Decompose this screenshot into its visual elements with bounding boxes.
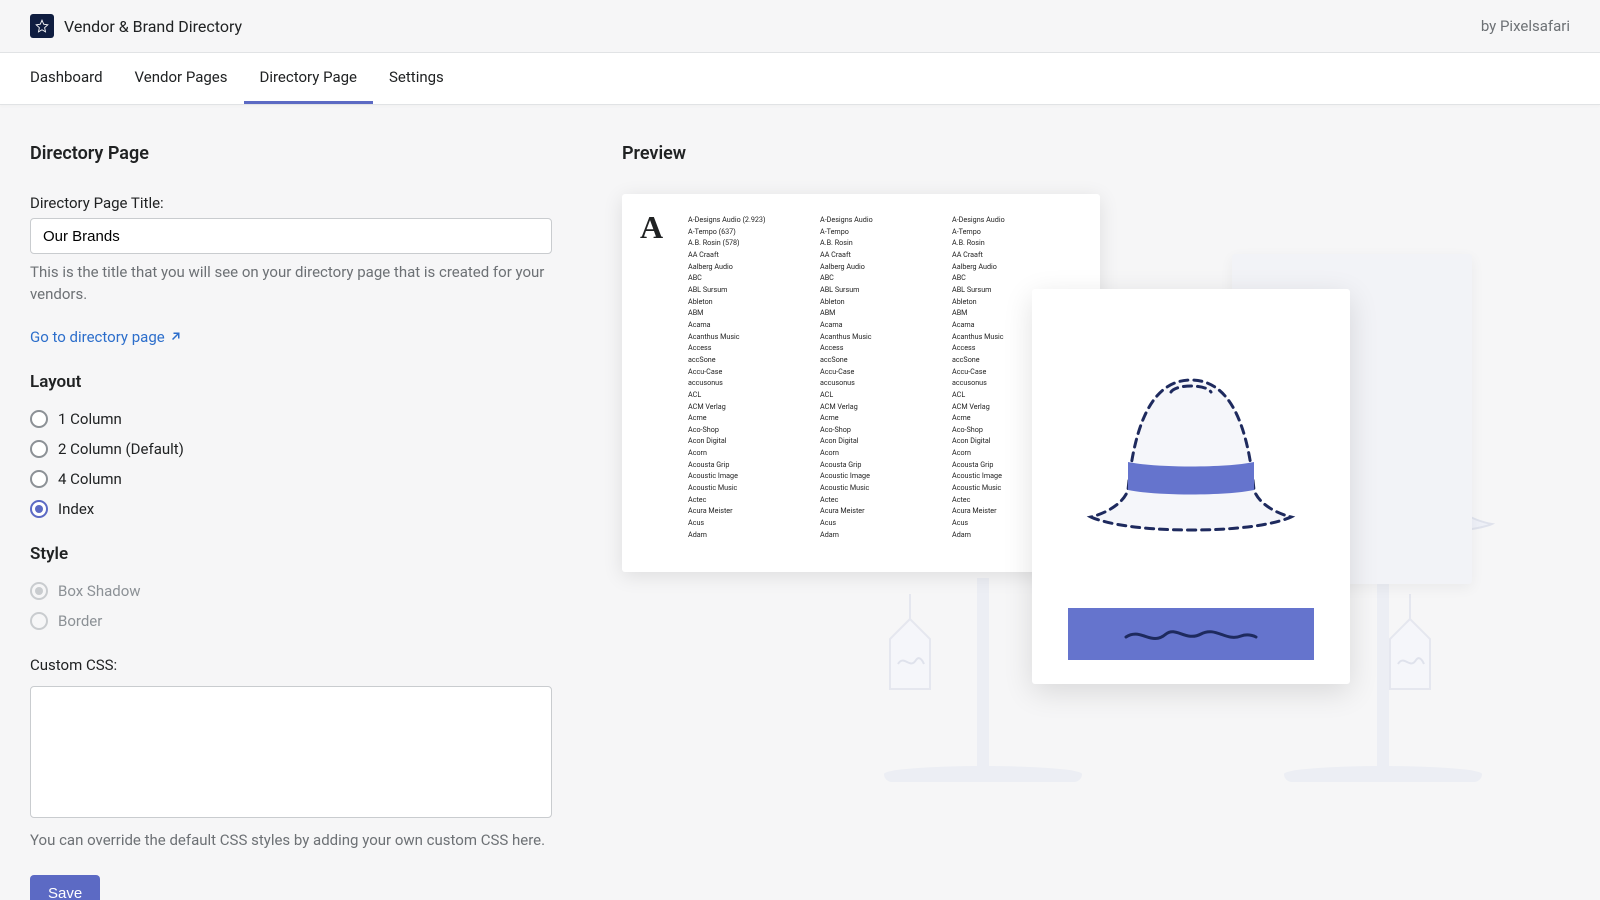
star-icon bbox=[35, 19, 49, 33]
style-option-label: Border bbox=[58, 612, 102, 630]
custom-css-textarea[interactable] bbox=[30, 686, 552, 818]
directory-link[interactable]: Go to directory page bbox=[30, 328, 181, 346]
content-area: Directory Page Directory Page Title: Thi… bbox=[0, 105, 1600, 900]
preview-heading: Preview bbox=[622, 143, 1570, 164]
page-title: Directory Page bbox=[30, 143, 582, 164]
preview-area: A A-Designs Audio (2.923)A-Tempo (637)A.… bbox=[622, 194, 1570, 782]
title-input[interactable] bbox=[30, 218, 552, 254]
layout-option-index[interactable]: Index bbox=[30, 500, 582, 518]
preview-front-card bbox=[1032, 289, 1350, 684]
layout-option-label: Index bbox=[58, 500, 94, 518]
radio-icon bbox=[30, 470, 48, 488]
css-help-text: You can override the default CSS styles … bbox=[30, 830, 552, 852]
tab-directory-page[interactable]: Directory Page bbox=[244, 53, 374, 104]
preview-columns: A-Designs Audio (2.923)A-Tempo (637)A.B.… bbox=[688, 214, 1062, 540]
radio-icon-disabled-selected bbox=[30, 582, 48, 600]
preview-column-2: A-Designs AudioA-TempoA.B. RosinAA Craaf… bbox=[820, 214, 930, 540]
preview-column-1: A-Designs Audio (2.923)A-Tempo (637)A.B.… bbox=[688, 214, 798, 540]
css-label: Custom CSS: bbox=[30, 656, 582, 674]
price-tag-icon bbox=[880, 594, 940, 694]
author-label: by Pixelsafari bbox=[1481, 17, 1570, 35]
index-letter: A bbox=[640, 209, 663, 246]
radio-icon-selected bbox=[30, 500, 48, 518]
layout-option-1col[interactable]: 1 Column bbox=[30, 410, 582, 428]
signature-icon bbox=[1121, 622, 1261, 646]
app-header: Vendor & Brand Directory by Pixelsafari bbox=[0, 0, 1600, 53]
style-option-label: Box Shadow bbox=[58, 582, 141, 600]
hat-icon bbox=[1076, 362, 1306, 562]
style-option-border: Border bbox=[30, 612, 582, 630]
layout-option-2col[interactable]: 2 Column (Default) bbox=[30, 440, 582, 458]
radio-icon bbox=[30, 440, 48, 458]
tab-vendor-pages[interactable]: Vendor Pages bbox=[119, 53, 244, 104]
tab-settings[interactable]: Settings bbox=[373, 53, 460, 104]
tab-dashboard[interactable]: Dashboard bbox=[14, 53, 119, 104]
external-link-icon bbox=[169, 331, 181, 343]
settings-panel: Directory Page Directory Page Title: Thi… bbox=[30, 143, 582, 900]
tab-bar: Dashboard Vendor Pages Directory Page Se… bbox=[0, 53, 1600, 105]
stand-icon bbox=[1284, 766, 1482, 782]
signature-bar bbox=[1068, 608, 1314, 660]
app-title: Vendor & Brand Directory bbox=[64, 17, 242, 36]
layout-heading: Layout bbox=[30, 372, 582, 392]
layout-option-label: 2 Column (Default) bbox=[58, 440, 184, 458]
layout-option-label: 1 Column bbox=[58, 410, 122, 428]
radio-icon bbox=[30, 410, 48, 428]
hat-illustration bbox=[1052, 309, 1330, 614]
pole-icon bbox=[977, 578, 989, 768]
app-icon bbox=[30, 14, 54, 38]
layout-option-4col[interactable]: 4 Column bbox=[30, 470, 582, 488]
title-help-text: This is the title that you will see on y… bbox=[30, 262, 552, 306]
style-heading: Style bbox=[30, 544, 582, 564]
title-field-label: Directory Page Title: bbox=[30, 194, 582, 212]
preview-directory-card: A A-Designs Audio (2.923)A-Tempo (637)A.… bbox=[622, 194, 1100, 572]
radio-icon-disabled bbox=[30, 612, 48, 630]
preview-panel: Preview A A-Designs Audio (2.923)A-Tempo… bbox=[622, 143, 1570, 900]
style-option-boxshadow: Box Shadow bbox=[30, 582, 582, 600]
price-tag-icon bbox=[1380, 594, 1440, 694]
layout-option-label: 4 Column bbox=[58, 470, 122, 488]
directory-link-text: Go to directory page bbox=[30, 328, 165, 346]
stand-icon bbox=[884, 766, 1082, 782]
save-button[interactable]: Save bbox=[30, 875, 100, 900]
app-header-left: Vendor & Brand Directory bbox=[30, 14, 242, 38]
